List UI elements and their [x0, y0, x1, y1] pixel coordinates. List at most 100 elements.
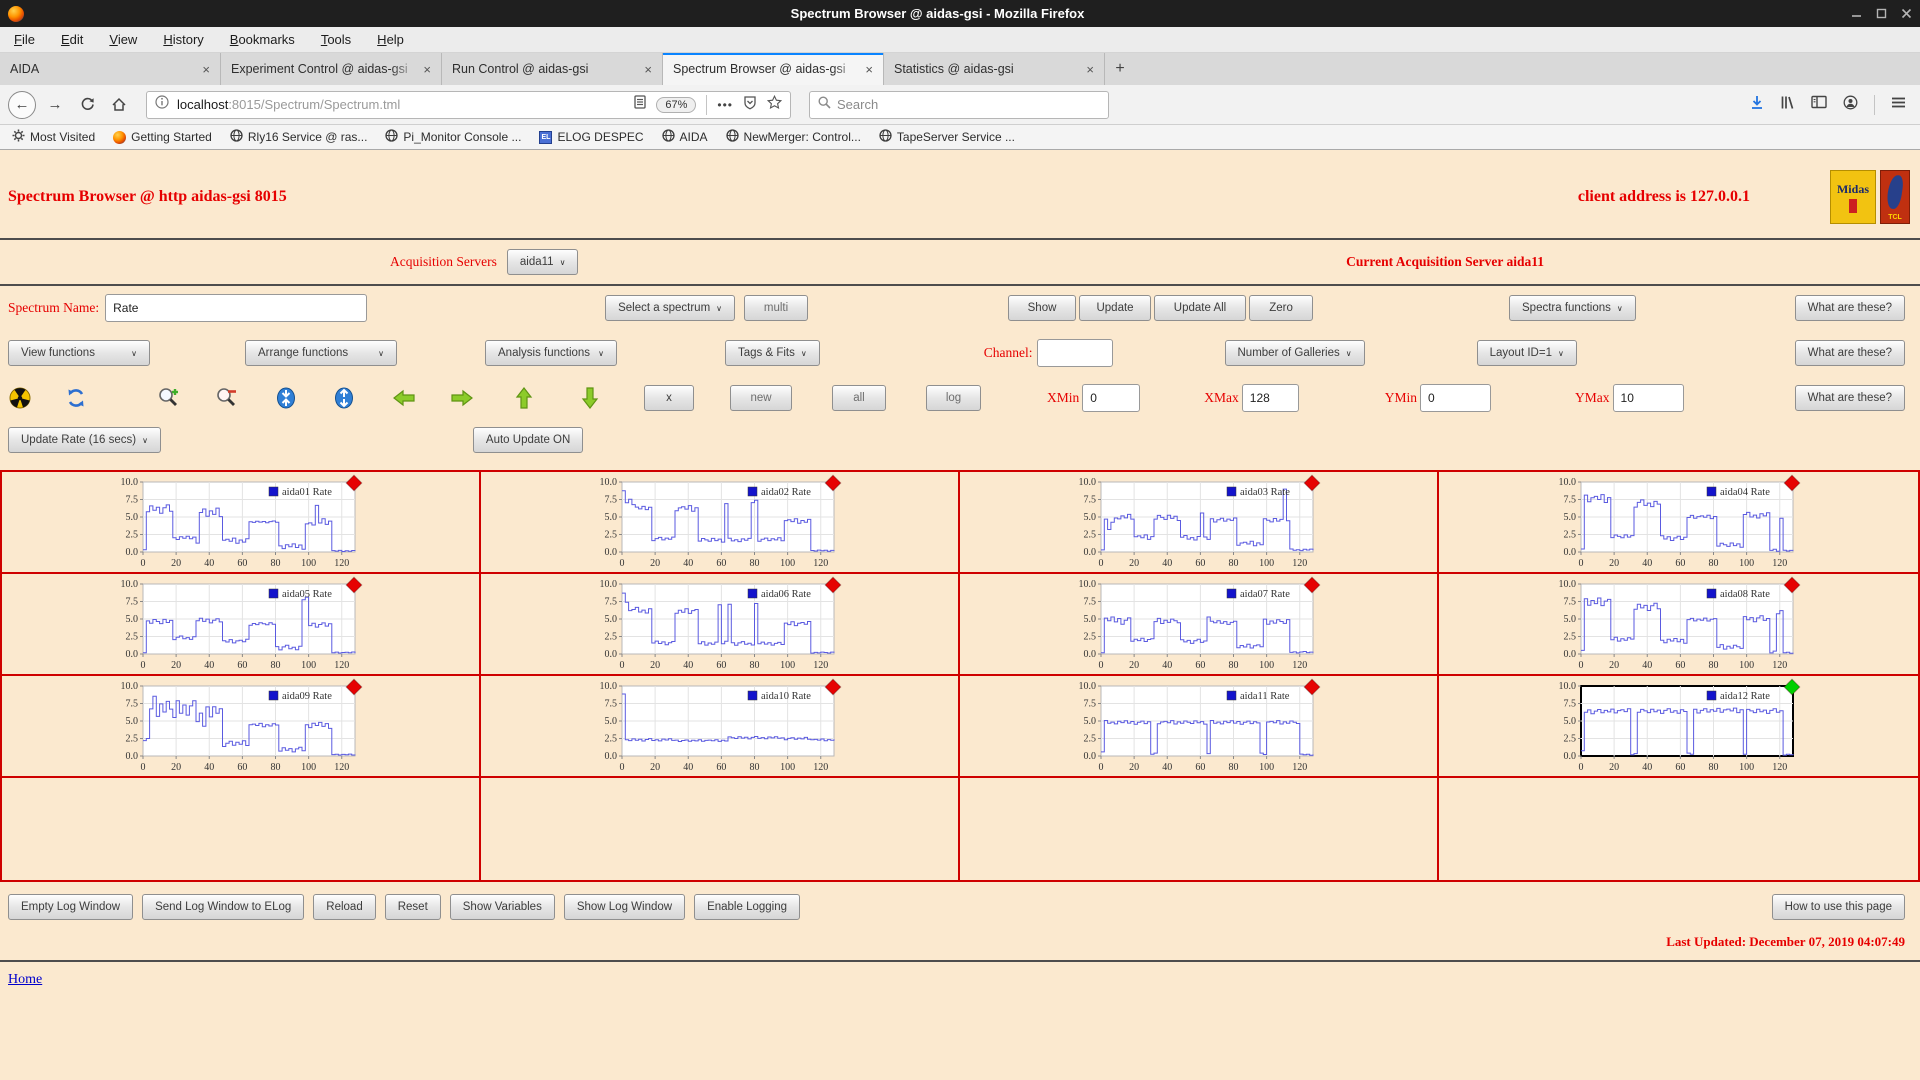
- maximize-icon[interactable]: [1876, 8, 1887, 19]
- acquisition-server-select[interactable]: aida11 ∨: [506, 249, 579, 275]
- spectrum-cell-aida10[interactable]: 0.0 2.5 5.0 7.5 10.0 0 20 40 60 80 100 120 aida10 Ra…: [481, 676, 960, 778]
- back-icon[interactable]: ←: [8, 90, 36, 119]
- tab-close-icon[interactable]: ×: [202, 62, 210, 77]
- bookmark-rly16[interactable]: Rly16 Service @ ras...: [230, 129, 367, 145]
- channel-input[interactable]: [1036, 339, 1113, 367]
- tab-aida[interactable]: AIDA ×: [0, 53, 221, 85]
- tab-close-icon[interactable]: ×: [644, 62, 652, 77]
- zoom-in-icon[interactable]: [156, 386, 180, 410]
- new-tab-button[interactable]: +: [1105, 53, 1135, 85]
- bookmark-elog-despec[interactable]: EL ELOG DESPEC: [539, 130, 644, 144]
- update-all-button[interactable]: Update All: [1154, 295, 1247, 321]
- site-info-icon[interactable]: [155, 95, 169, 114]
- url-bar[interactable]: localhost:8015/Spectrum/Spectrum.tml 67%…: [146, 90, 791, 119]
- tab-close-icon[interactable]: ×: [423, 62, 431, 77]
- spectrum-cell-aida03[interactable]: 0.0 2.5 5.0 7.5 10.0 0 20 40 60 80 100 120 aida03 Ra…: [960, 472, 1439, 574]
- spectrum-cell-aida01[interactable]: 0.0 2.5 5.0 7.5 10.0 0 20 40 60 80 100 120 aida01 Ra…: [2, 472, 481, 574]
- home-link[interactable]: Home: [8, 972, 42, 988]
- spectrum-cell-aida07[interactable]: 0.0 2.5 5.0 7.5 10.0 0 20 40 60 80 100 120 aida07 Ra…: [960, 574, 1439, 676]
- ymin-input[interactable]: [1420, 384, 1492, 412]
- menu-history[interactable]: History: [163, 32, 203, 47]
- bookmark-star-icon[interactable]: [766, 94, 783, 115]
- menu-tools[interactable]: Tools: [321, 32, 351, 47]
- new-button[interactable]: new: [730, 385, 792, 411]
- tab-run-control[interactable]: Run Control @ aidas-gsi ×: [442, 53, 663, 85]
- spectra-functions-dropdown[interactable]: Spectra functions ∨: [1509, 295, 1636, 321]
- forward-icon[interactable]: →: [42, 92, 68, 118]
- reset-button[interactable]: Reset: [384, 894, 441, 920]
- tab-statistics[interactable]: Statistics @ aidas-gsi ×: [884, 53, 1105, 85]
- minimize-icon[interactable]: [1851, 8, 1862, 19]
- tab-close-icon[interactable]: ×: [1086, 62, 1094, 77]
- search-bar[interactable]: Search: [809, 90, 1109, 119]
- what-are-these-button[interactable]: What are these?: [1794, 385, 1905, 411]
- refresh-icon[interactable]: [64, 386, 88, 410]
- log-button[interactable]: log: [926, 385, 981, 411]
- tags-fits-dropdown[interactable]: Tags & Fits ∨: [725, 340, 820, 366]
- xmax-input[interactable]: [1241, 384, 1299, 412]
- arrow-left-icon[interactable]: [392, 386, 416, 410]
- pocket-shield-icon[interactable]: [743, 95, 757, 115]
- view-functions-dropdown[interactable]: View functions ∨: [8, 340, 150, 366]
- all-button[interactable]: all: [832, 385, 886, 411]
- arrow-down-icon[interactable]: [578, 386, 602, 410]
- menu-edit[interactable]: Edit: [61, 32, 83, 47]
- sidebar-icon[interactable]: [1811, 95, 1827, 114]
- close-icon[interactable]: [1901, 8, 1912, 19]
- expand-y-icon[interactable]: [332, 386, 356, 410]
- show-log-window-button[interactable]: Show Log Window: [563, 894, 686, 920]
- update-rate-dropdown[interactable]: Update Rate (16 secs) ∨: [8, 427, 161, 453]
- arrange-functions-dropdown[interactable]: Arrange functions ∨: [245, 340, 397, 366]
- spectrum-cell-aida09[interactable]: 0.0 2.5 5.0 7.5 10.0 0 20 40 60 80 100 120 aida09 Ra…: [2, 676, 481, 778]
- hamburger-menu-icon[interactable]: [1891, 96, 1906, 114]
- how-to-use-button[interactable]: How to use this page: [1771, 894, 1905, 920]
- collapse-y-icon[interactable]: [274, 386, 298, 410]
- analysis-functions-dropdown[interactable]: Analysis functions ∨: [485, 340, 617, 366]
- show-button[interactable]: Show: [1008, 295, 1077, 321]
- radiation-icon[interactable]: [8, 386, 32, 410]
- spectrum-cell-aida08[interactable]: 0.0 2.5 5.0 7.5 10.0 0 20 40 60 80 100 120 aida08 Ra…: [1439, 574, 1918, 676]
- reload-button[interactable]: Reload: [313, 894, 376, 920]
- enable-logging-button[interactable]: Enable Logging: [694, 894, 801, 920]
- empty-log-window-button[interactable]: Empty Log Window: [8, 894, 134, 920]
- show-variables-button[interactable]: Show Variables: [449, 894, 555, 920]
- arrow-right-icon[interactable]: [450, 386, 474, 410]
- auto-update-button[interactable]: Auto Update ON: [472, 427, 584, 453]
- xmin-input[interactable]: [1082, 384, 1141, 412]
- number-of-galleries-dropdown[interactable]: Number of Galleries ∨: [1224, 340, 1365, 366]
- arrow-up-icon[interactable]: [512, 386, 536, 410]
- tab-spectrum-browser[interactable]: Spectrum Browser @ aidas-gsi ×: [663, 53, 884, 85]
- spectrum-cell-aida05[interactable]: 0.0 2.5 5.0 7.5 10.0 0 20 40 60 80 100 120 aida05 Ra…: [2, 574, 481, 676]
- what-are-these-button[interactable]: What are these?: [1794, 295, 1905, 321]
- menu-bookmarks[interactable]: Bookmarks: [230, 32, 295, 47]
- bookmark-getting-started[interactable]: Getting Started: [113, 130, 212, 144]
- multi-button[interactable]: multi: [744, 295, 809, 321]
- spectrum-cell-aida06[interactable]: 0.0 2.5 5.0 7.5 10.0 0 20 40 60 80 100 120 aida06 Ra…: [481, 574, 960, 676]
- update-button[interactable]: Update: [1079, 295, 1152, 321]
- spectrum-cell-aida11[interactable]: 0.0 2.5 5.0 7.5 10.0 0 20 40 60 80 100 120 aida11 Ra…: [960, 676, 1439, 778]
- menu-view[interactable]: View: [109, 32, 137, 47]
- layout-id-dropdown[interactable]: Layout ID=1 ∨: [1476, 340, 1577, 366]
- tab-close-icon[interactable]: ×: [865, 62, 873, 77]
- select-spectrum-dropdown[interactable]: Select a spectrum ∨: [605, 295, 736, 321]
- zero-button[interactable]: Zero: [1249, 295, 1314, 321]
- spectrum-cell-aida12[interactable]: 0.0 2.5 5.0 7.5 10.0 0 20 40 60 80 100 120 aida12 Ra…: [1439, 676, 1918, 778]
- spectrum-cell-aida02[interactable]: 0.0 2.5 5.0 7.5 10.0 0 20 40 60 80 100 120 aida02 Ra…: [481, 472, 960, 574]
- account-icon[interactable]: [1843, 95, 1858, 115]
- spectrum-name-input[interactable]: [105, 294, 368, 322]
- zoom-level-badge[interactable]: 67%: [656, 96, 697, 113]
- bookmark-pi-monitor[interactable]: Pi_Monitor Console ...: [385, 129, 521, 145]
- bookmark-newmerger[interactable]: NewMerger: Control...: [725, 129, 861, 145]
- bookmark-aida[interactable]: AIDA: [661, 129, 708, 145]
- spectrum-cell-aida04[interactable]: 0.0 2.5 5.0 7.5 10.0 0 20 40 60 80 100 120 aida04 Ra…: [1439, 472, 1918, 574]
- home-icon[interactable]: [106, 92, 132, 118]
- page-actions-icon[interactable]: •••: [717, 98, 733, 112]
- downloads-icon[interactable]: [1750, 95, 1764, 115]
- menu-file[interactable]: File: [14, 32, 35, 47]
- menu-help[interactable]: Help: [377, 32, 404, 47]
- tab-experiment-control[interactable]: Experiment Control @ aidas-gsi ×: [221, 53, 442, 85]
- what-are-these-button[interactable]: What are these?: [1794, 340, 1905, 366]
- bookmark-most-visited[interactable]: Most Visited: [12, 129, 95, 145]
- zoom-out-icon[interactable]: [214, 386, 238, 410]
- ymax-input[interactable]: [1612, 384, 1684, 412]
